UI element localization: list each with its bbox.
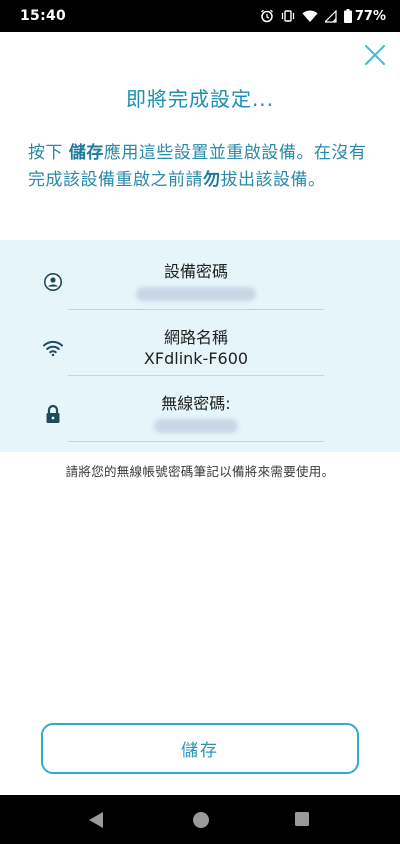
battery-group: 77% [343, 8, 386, 24]
close-icon [365, 45, 385, 65]
device-password-row: 設備密碼 [0, 244, 400, 310]
alarm-icon [260, 9, 274, 23]
battery-icon [343, 9, 352, 23]
user-icon [41, 270, 65, 294]
instructions-no-word: 勿 [203, 170, 221, 190]
status-time: 15:40 [20, 8, 67, 24]
network-name-value: XFdlink-F600 [143, 349, 249, 368]
wireless-password-value [68, 415, 324, 434]
network-name-row: 網路名稱 XFdlink-F600 [0, 310, 400, 376]
navigation-bar [0, 795, 400, 844]
instructions-part3: 拔出該設備。 [220, 170, 326, 190]
home-icon[interactable] [192, 811, 210, 829]
page-title: 即將完成設定... [125, 87, 275, 111]
wifi-icon [41, 336, 65, 360]
device-password-label: 設備密碼 [163, 262, 228, 281]
instructions-text: 按下 儲存應用這些設置並重啟設備。在沒有完成該設備重啟之前請勿拔出該設備。 [28, 140, 373, 194]
info-panel: 設備密碼 網路名稱 XFdlink-F600 無線密碼: [0, 240, 400, 452]
status-icons: 77% [260, 9, 386, 24]
network-name-label: 網路名稱 [163, 328, 228, 347]
note-text: 請將您的無線帳號密碼筆記以備將來需要使用。 [65, 464, 335, 479]
save-button[interactable]: 儲存 [41, 723, 359, 774]
battery-percent: 77% [354, 8, 386, 24]
wifi-icon [302, 10, 318, 23]
recents-icon[interactable] [294, 811, 310, 827]
back-icon[interactable] [88, 811, 104, 829]
divider [68, 441, 324, 442]
wireless-password-row: 無線密碼: [0, 376, 400, 442]
signal-icon [324, 9, 337, 23]
status-bar: 15:40 77% [0, 0, 400, 32]
wireless-password-label: 無線密碼: [161, 394, 231, 413]
redacted-value [136, 286, 256, 301]
redacted-value [154, 418, 238, 433]
lock-icon [41, 402, 65, 426]
device-password-value [68, 283, 324, 302]
vibrate-icon [281, 9, 295, 23]
close-button[interactable] [362, 42, 388, 68]
instructions-save-word: 儲存 [68, 143, 104, 163]
instructions-part1: 按下 [28, 143, 69, 163]
